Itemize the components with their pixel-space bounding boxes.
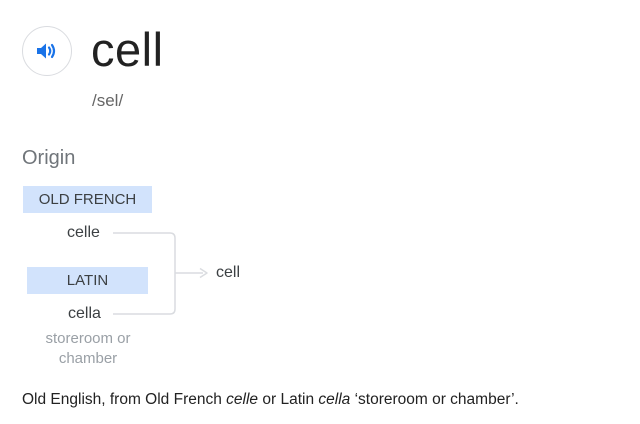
dictionary-card: cell /sel/ Origin OLD FRENCH celle LATIN… bbox=[0, 0, 640, 424]
origin-summary: Old English, from Old French celle or La… bbox=[22, 390, 519, 410]
etymon-latin: cella bbox=[68, 305, 101, 322]
etymon-old-french: celle bbox=[67, 224, 100, 241]
language-tag-latin: LATIN bbox=[27, 267, 148, 294]
summary-text: Old English, from Old French bbox=[22, 391, 227, 408]
origin-heading: Origin bbox=[22, 147, 76, 169]
summary-word-old-french: celle bbox=[226, 391, 259, 408]
pronunciation-audio-button[interactable] bbox=[22, 26, 72, 76]
headword: cell bbox=[91, 23, 164, 76]
summary-text: ‘storeroom or chamber’. bbox=[350, 391, 519, 408]
language-tag-old-french: OLD FRENCH bbox=[23, 186, 152, 213]
phonetic-transcription: /sel/ bbox=[92, 91, 124, 110]
summary-word-latin: cella bbox=[318, 391, 351, 408]
summary-text: or Latin bbox=[258, 391, 319, 408]
etymon-gloss: storeroom or chamber bbox=[45, 330, 131, 367]
etymology-result-word: cell bbox=[216, 264, 241, 281]
speaker-volume-icon bbox=[35, 41, 59, 61]
